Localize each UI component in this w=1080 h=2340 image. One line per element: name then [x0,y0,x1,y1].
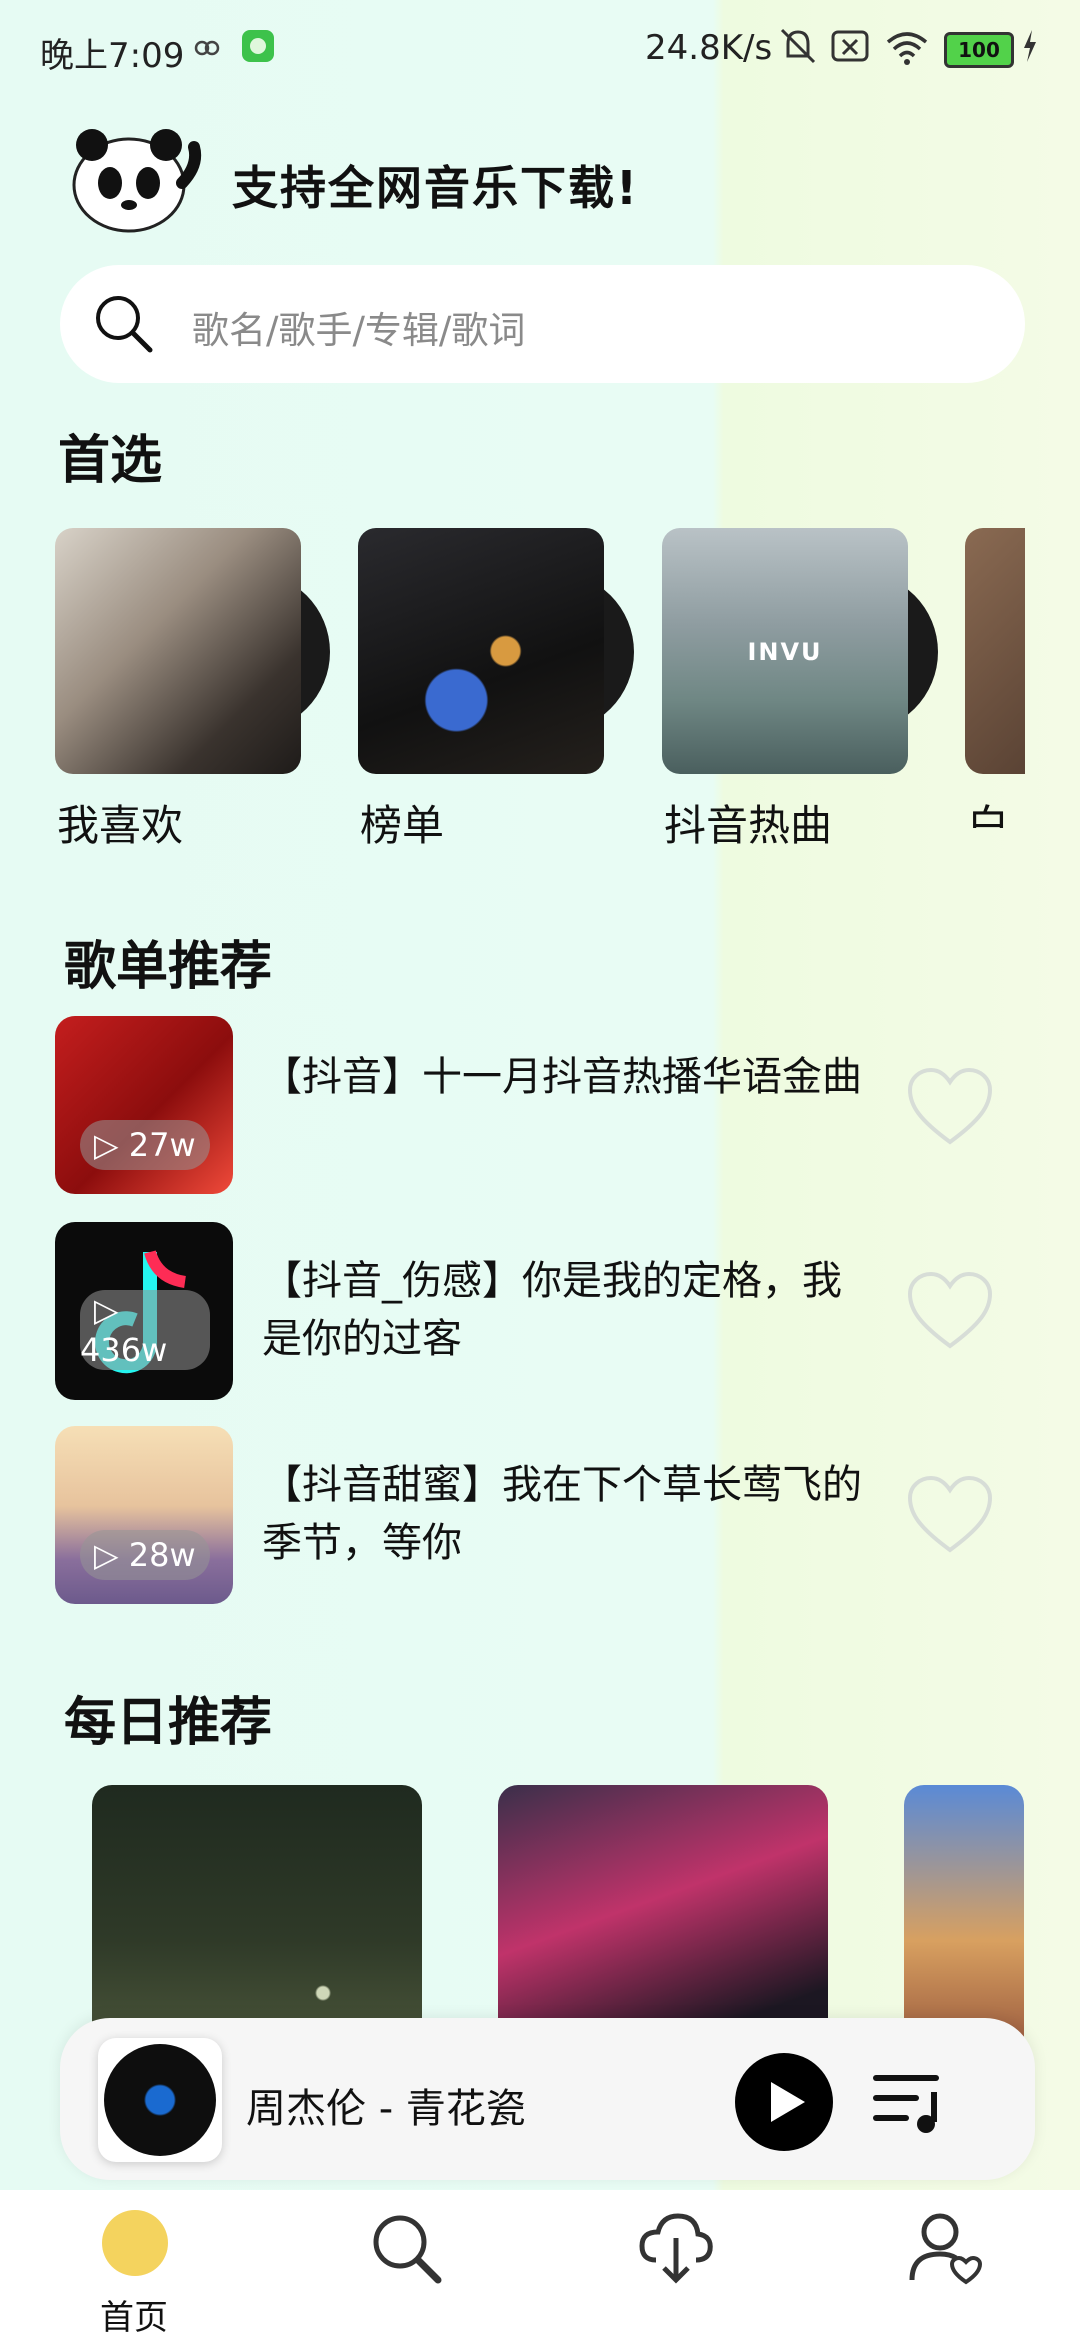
cloud-sync-icon [194,40,220,56]
heart-icon[interactable] [905,1270,995,1352]
vinyl-disc-icon [104,2044,216,2156]
play-count: 436w [80,1331,168,1369]
battery-icon: 100 [944,32,1014,68]
play-icon: ▷ [94,1291,119,1329]
home-disc-icon [102,2210,168,2276]
featured-label-favorites[interactable]: 我喜欢 [57,792,183,853]
search-icon [96,296,153,353]
featured-tile-partial-cover [965,528,1025,774]
status-time: 晚上7:09 [40,36,185,76]
tab-search[interactable] [304,2196,504,2336]
daily-card[interactable] [92,1785,422,2045]
play-count-badge: ▷ 436w [80,1290,210,1370]
featured-label-charts[interactable]: 榜单 [360,792,444,853]
search-icon [373,2215,442,2284]
play-count: 28w [128,1536,196,1574]
header-slogan: 支持全网音乐下载! [232,161,639,215]
playlist-title[interactable]: 【抖音甜蜜】我在下个草长莺飞的季节，等你 [262,1456,862,1572]
daily-section-title: 每日推荐 [64,1693,273,1753]
featured-label-douyin[interactable]: 抖音热曲 [664,792,832,853]
play-icon: ▷ [94,1536,119,1574]
charging-icon [1024,30,1036,62]
sim-x-icon [831,30,869,62]
panda-logo [72,129,202,233]
cover-text: INVU [747,638,823,666]
tab-home-label[interactable]: 首页 [34,2290,234,2339]
tab-download[interactable] [574,2196,774,2336]
wifi-icon [886,32,928,65]
featured-tile-douyin[interactable]: INVU [662,528,908,774]
heart-icon[interactable] [905,1474,995,1556]
featured-tile-charts[interactable] [358,528,604,774]
featured-tile-partial[interactable]: 白 [965,528,1025,828]
app-badge-icon [242,30,274,62]
mute-bell-icon [780,28,816,64]
featured-label-partial: 白 [967,801,1010,828]
play-button[interactable] [735,2053,833,2151]
search-placeholder[interactable]: 歌名/歌手/专辑/歌词 [192,300,525,354]
player-album-art[interactable] [98,2038,222,2162]
user-favorite-icon [909,2213,983,2285]
heart-icon[interactable] [905,1066,995,1148]
daily-card[interactable] [498,1785,828,2045]
play-icon: ▷ [94,1126,119,1164]
play-icon [771,2082,805,2122]
playlist-queue-icon[interactable] [872,2068,952,2134]
tab-profile[interactable] [844,2196,1044,2336]
cloud-download-icon [639,2213,713,2284]
playlist-title[interactable]: 【抖音】十一月抖音热播华语金曲 [262,1048,862,1106]
daily-card[interactable] [904,1785,1024,2045]
featured-section-title: 首选 [58,431,163,491]
play-count-badge: ▷ 28w [80,1530,210,1580]
play-count: 27w [128,1126,196,1164]
now-playing[interactable]: 周杰伦 - 青花瓷 [246,2076,526,2134]
network-speed: 24.8K/s [645,28,773,68]
battery-level: 100 [958,38,1000,62]
playlist-title[interactable]: 【抖音_伤感】你是我的定格，我是你的过客 [262,1252,862,1368]
status-bar: 晚上7:09 24.8K/s 100 [0,0,1080,100]
play-count-badge: ▷ 27w [80,1120,210,1170]
featured-tile-favorites[interactable] [55,528,301,774]
playlists-section-title: 歌单推荐 [64,937,273,997]
